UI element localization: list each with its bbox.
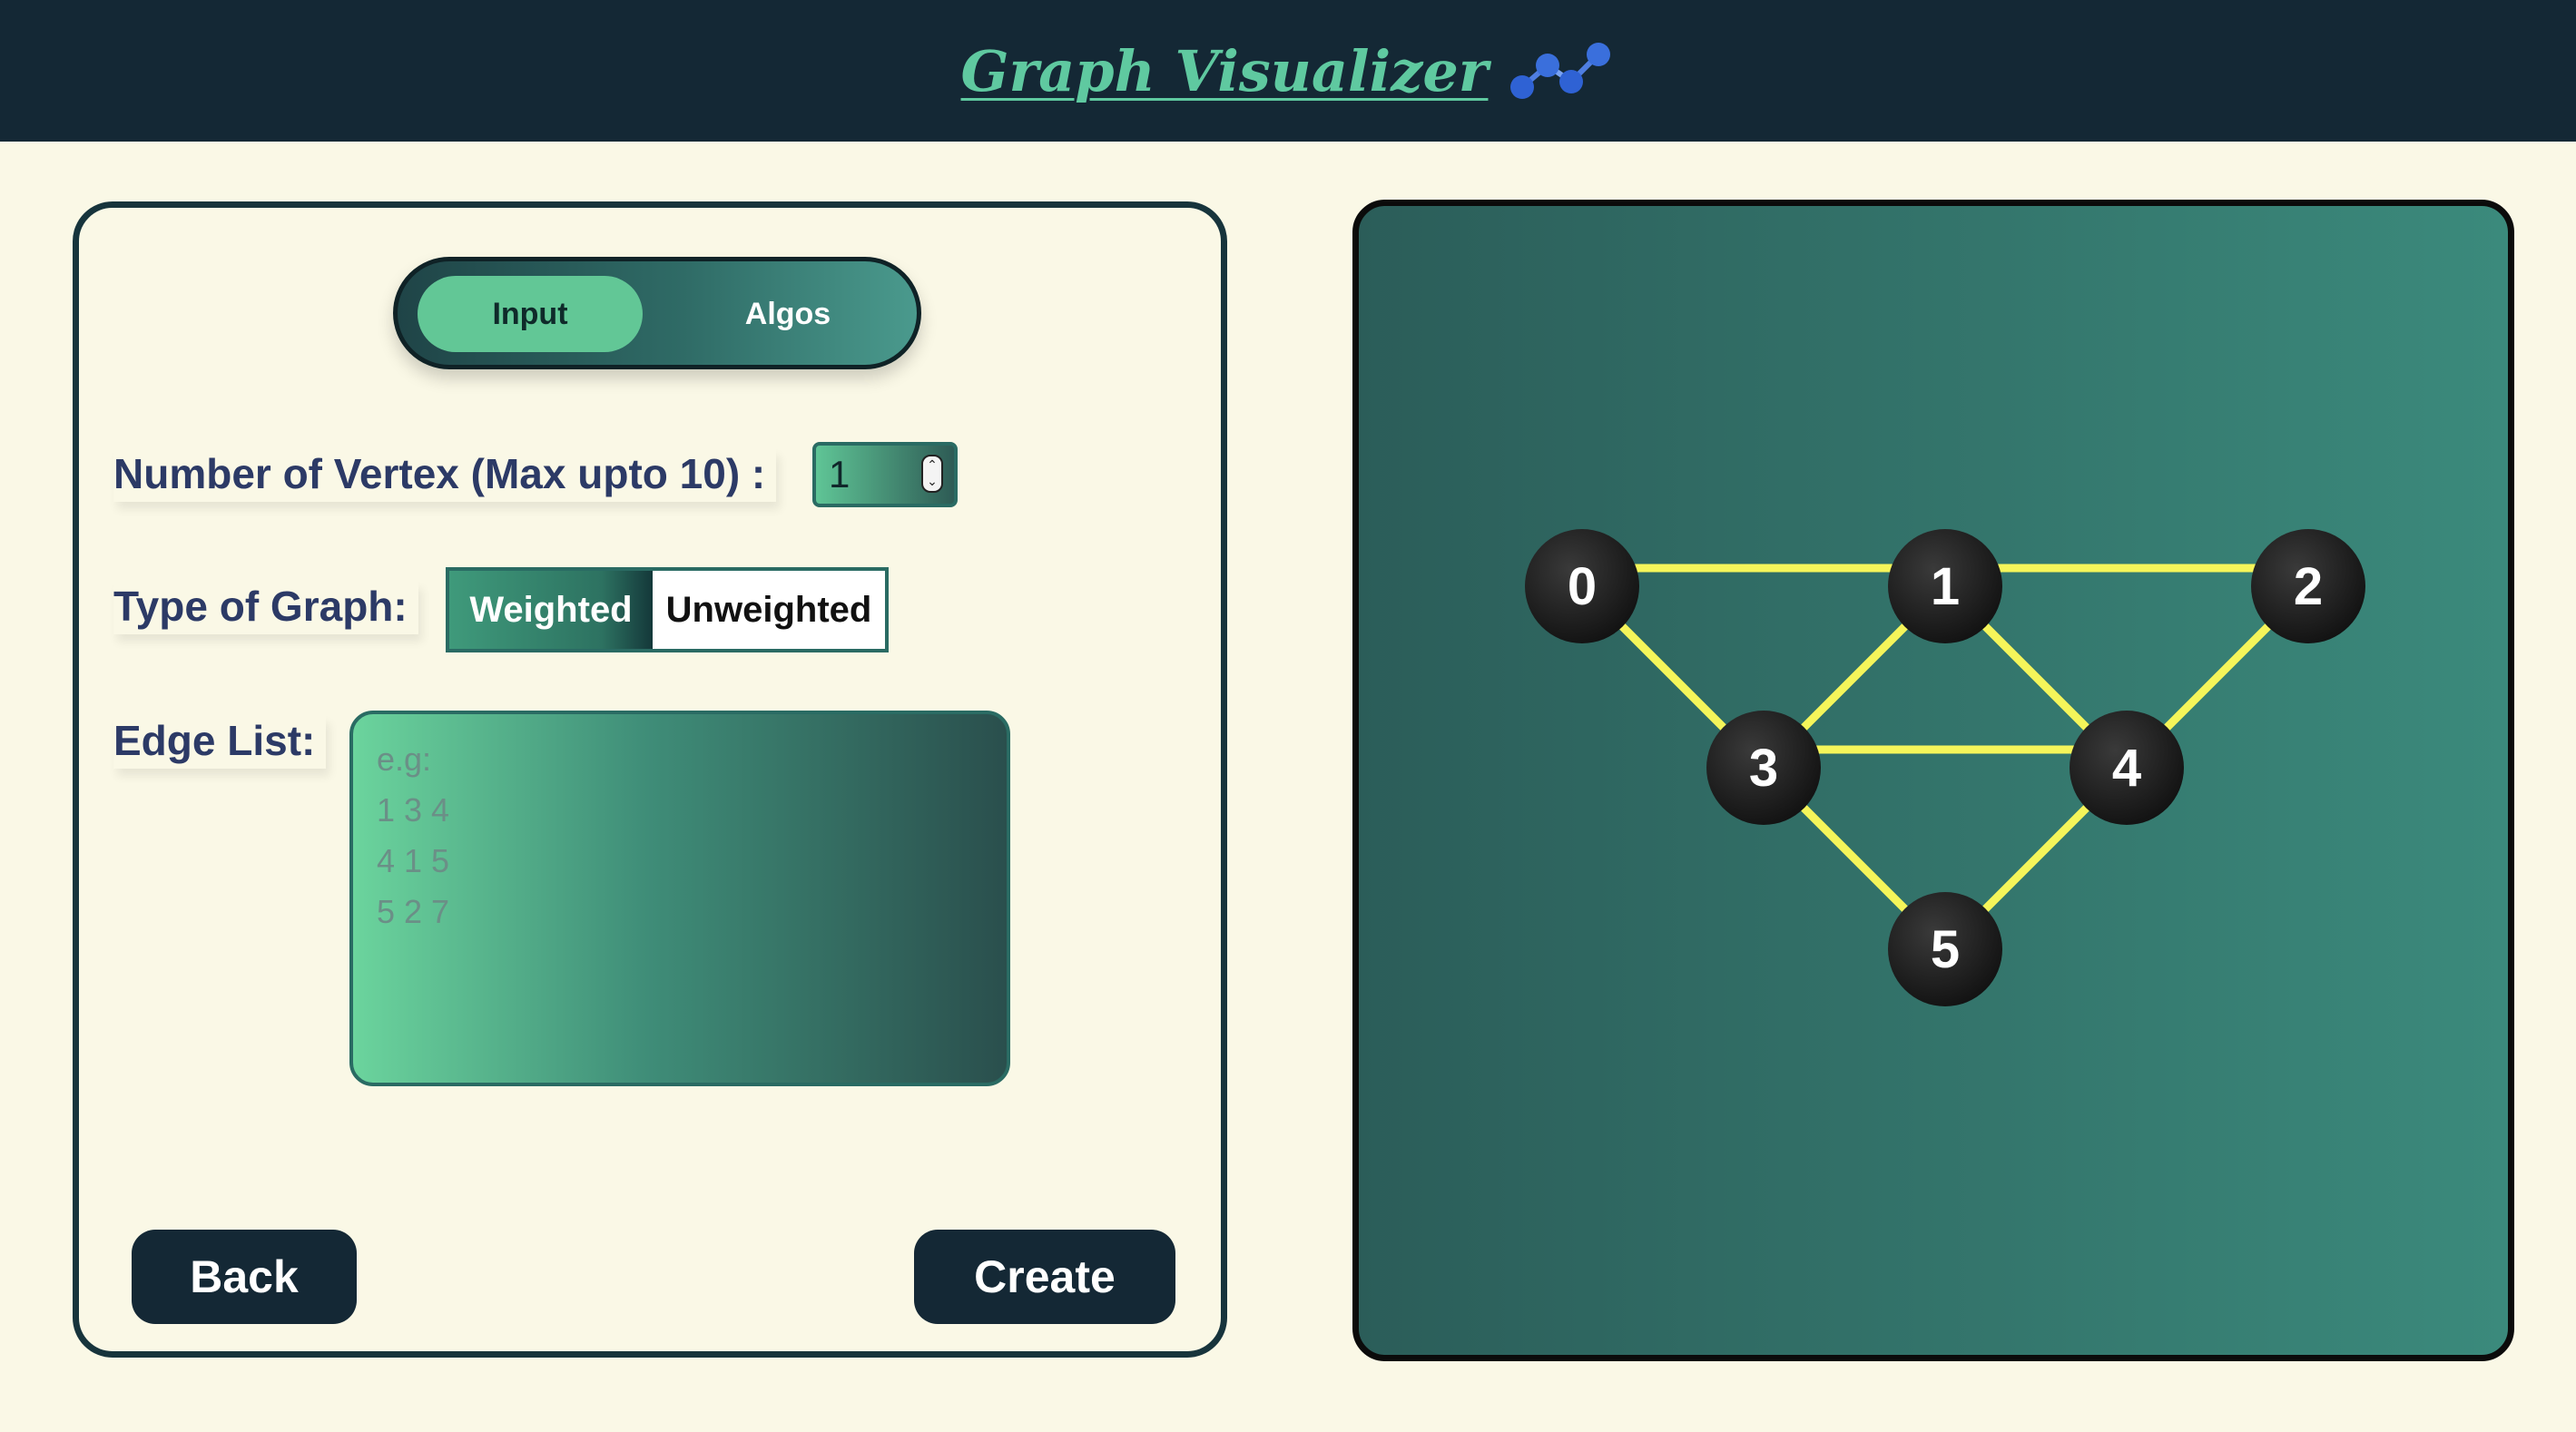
- unweighted-button[interactable]: Unweighted: [653, 571, 885, 649]
- graph-type-toggle: Weighted Unweighted: [446, 567, 889, 652]
- graph-node-0[interactable]: 0: [1525, 529, 1639, 643]
- graph-node-5[interactable]: 5: [1888, 892, 2002, 1006]
- app-title[interactable]: Graph Visualizer: [961, 38, 1489, 104]
- back-button[interactable]: Back: [132, 1230, 357, 1324]
- graph-node-label: 4: [2112, 739, 2141, 798]
- vertex-count-value: 1: [829, 453, 850, 495]
- graph-node-label: 5: [1931, 920, 1960, 979]
- tab-input[interactable]: Input: [418, 276, 643, 352]
- edge-list-placeholder: e.g: 1 3 4 4 1 5 5 2 7: [377, 741, 450, 930]
- graph-node-label: 0: [1568, 557, 1597, 616]
- graph-node-label: 1: [1931, 557, 1960, 616]
- edge-list-textarea[interactable]: e.g: 1 3 4 4 1 5 5 2 7: [349, 711, 1010, 1086]
- graph-node-label: 2: [2294, 557, 2323, 616]
- graph-node-2[interactable]: 2: [2251, 529, 2365, 643]
- mode-toggle: Input Algos: [393, 257, 921, 369]
- edge-list-label: Edge List:: [113, 716, 327, 769]
- app-header: Graph Visualizer: [0, 0, 2576, 142]
- graph-node-1[interactable]: 1: [1888, 529, 2002, 643]
- graph-svg: 0 1 2 3 4 5: [1525, 529, 2365, 1006]
- brand: Graph Visualizer: [961, 38, 1616, 104]
- graph-nodes-icon: [1510, 43, 1611, 99]
- weighted-button[interactable]: Weighted: [449, 571, 653, 649]
- graph-node-label: 3: [1749, 739, 1778, 798]
- graph-node-4[interactable]: 4: [2070, 711, 2184, 825]
- stepper-arrows-icon[interactable]: ⌃ ⌄: [921, 455, 943, 493]
- create-button[interactable]: Create: [914, 1230, 1175, 1324]
- vertex-count-input[interactable]: 1 ⌃ ⌄: [812, 442, 958, 507]
- vertex-count-label: Number of Vertex (Max upto 10) :: [113, 449, 777, 502]
- graph-type-label: Type of Graph:: [113, 582, 418, 634]
- graph-canvas[interactable]: 0 1 2 3 4 5: [1352, 200, 2514, 1361]
- input-panel: Input Algos Number of Vertex (Max upto 1…: [73, 201, 1227, 1358]
- graph-node-3[interactable]: 3: [1706, 711, 1821, 825]
- tab-algos[interactable]: Algos: [697, 276, 879, 352]
